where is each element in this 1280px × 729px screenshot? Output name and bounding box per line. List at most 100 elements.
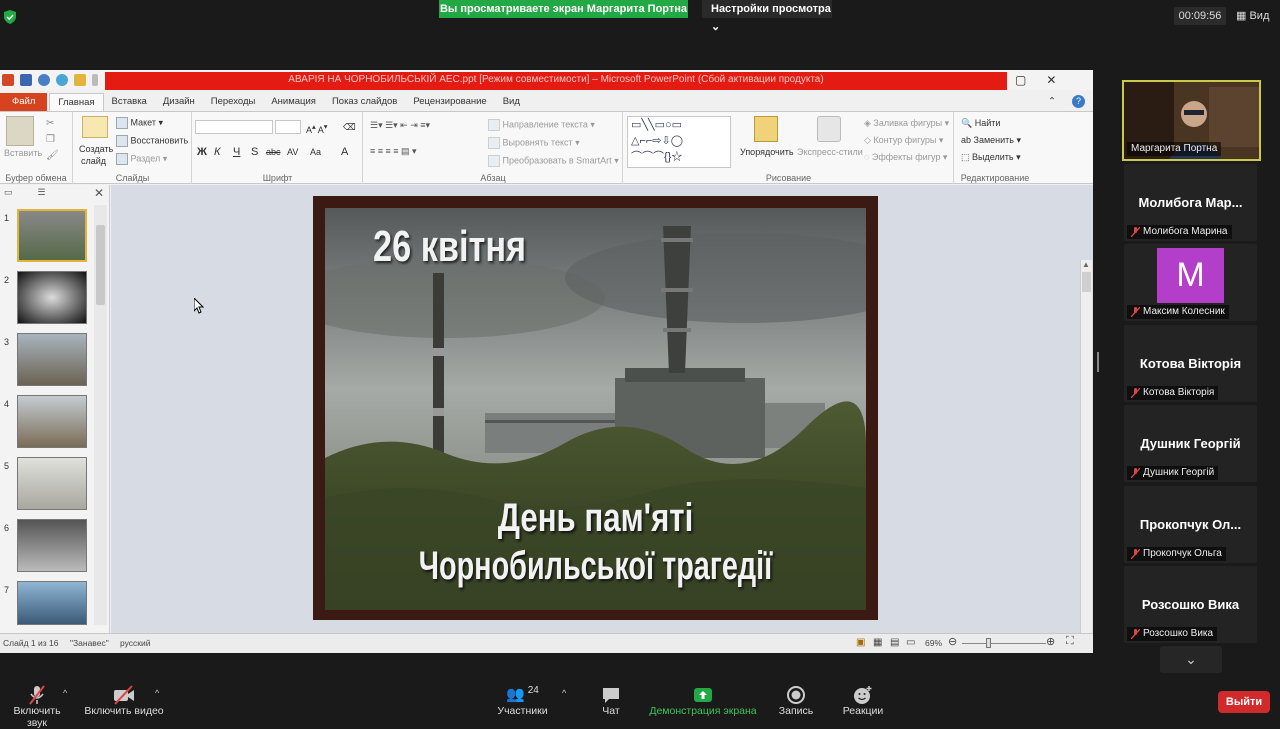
editor-scrollbar[interactable]: ▲ ▼ ⇞ ⇟ <box>1080 260 1092 653</box>
participant-tile[interactable]: Розсошко Вика Розсошко Вика <box>1124 566 1257 643</box>
help-icon[interactable]: ? <box>1064 93 1093 111</box>
tab-insert[interactable]: Вставка <box>104 93 155 111</box>
reset-button[interactable]: Восстановить <box>116 135 188 147</box>
quick-styles-button[interactable]: Экспресс-стили <box>797 147 863 157</box>
tab-animations[interactable]: Анимация <box>263 93 324 111</box>
char-spacing-button[interactable]: AV <box>287 147 298 157</box>
undo-icon[interactable] <box>38 74 50 86</box>
close-panel-icon[interactable]: ✕ <box>94 186 104 200</box>
grow-font-icon[interactable]: A▴ A▾ <box>306 122 328 135</box>
shape-effects-button[interactable]: ◌ Эффекты фигур ▾ <box>864 152 947 163</box>
section-button[interactable]: Раздел ▾ <box>116 153 167 165</box>
zoom-level[interactable]: 69% <box>925 638 942 648</box>
panel-scrollbar[interactable] <box>94 205 107 625</box>
unmute-button[interactable]: Включить звук <box>2 685 72 729</box>
list-buttons[interactable]: ☰▾ ☰▾ ⇤ ⇥ ≡▾ <box>370 120 430 131</box>
participant-tile-active-speaker[interactable]: Маргарита Портна <box>1122 80 1261 161</box>
reading-view-icon[interactable]: ▤ <box>890 637 899 648</box>
slide-thumbnail[interactable] <box>17 333 87 386</box>
panel-tabs[interactable]: ▭ ☰ <box>4 187 46 198</box>
panel-scroll-thumb[interactable] <box>96 225 105 305</box>
align-buttons[interactable]: ≡ ≡ ≡ ≡ ▤ ▾ <box>370 146 417 157</box>
arrange-icon[interactable] <box>754 116 778 142</box>
new-slide-button-line2[interactable]: слайд <box>81 156 106 166</box>
normal-view-icon[interactable]: ▣ <box>856 637 865 648</box>
scroll-up-icon[interactable]: ▲ <box>1082 260 1090 269</box>
view-button[interactable]: ▦ Вид <box>1236 7 1269 25</box>
slide-thumbnail[interactable] <box>17 457 87 510</box>
participants-options-caret[interactable]: ^ <box>562 688 566 698</box>
layout-button[interactable]: Макет ▾ <box>116 117 163 129</box>
tab-design[interactable]: Дизайн <box>155 93 203 111</box>
tab-transitions[interactable]: Переходы <box>203 93 264 111</box>
maximize-icon[interactable]: ▢ <box>1015 73 1026 87</box>
participant-tile[interactable]: Молибога Мар... Молибога Марина <box>1124 164 1257 241</box>
cut-icon[interactable]: ✂ <box>46 118 54 129</box>
participant-tile[interactable]: Котова Вікторія Котова Вікторія <box>1124 325 1257 402</box>
strikethrough-button[interactable]: abc <box>266 147 281 157</box>
close-icon[interactable]: ✕ <box>1046 73 1056 87</box>
arrange-button[interactable]: Упорядочить <box>740 147 794 157</box>
slide-thumbnail[interactable] <box>17 395 87 448</box>
zoom-slider[interactable] <box>962 643 1046 644</box>
slide-thumbnail[interactable] <box>17 519 87 572</box>
italic-button[interactable]: К <box>214 146 220 158</box>
text-direction-button[interactable]: Направление текста ▾ <box>488 119 595 131</box>
new-slide-icon[interactable] <box>82 116 108 138</box>
participant-tile[interactable]: Душник Георгій Душник Георгій <box>1124 405 1257 482</box>
align-text-button[interactable]: Выровнять текст ▾ <box>488 137 580 149</box>
editor-scroll-thumb[interactable] <box>1082 272 1091 292</box>
copy-icon[interactable]: ❐ <box>46 134 55 145</box>
participant-tile[interactable]: M Максим Колесник <box>1124 244 1257 321</box>
record-button[interactable]: Запись <box>776 685 816 717</box>
tab-review[interactable]: Рецензирование <box>405 93 494 111</box>
smartart-button[interactable]: Преобразовать в SmartArt ▾ <box>488 155 619 167</box>
fit-to-window-icon[interactable]: ⛶ <box>1066 635 1074 648</box>
tab-view[interactable]: Вид <box>495 93 528 111</box>
security-shield-icon[interactable] <box>4 10 16 24</box>
zoom-slider-thumb[interactable] <box>986 638 991 648</box>
redo-icon[interactable] <box>56 74 68 86</box>
current-slide[interactable]: 26 квітня День пам'яті Чорнобильської тр… <box>313 196 878 620</box>
quick-styles-icon[interactable] <box>817 116 841 142</box>
share-screen-button[interactable]: Демонстрация экрана <box>648 685 758 717</box>
shape-outline-button[interactable]: ◇ Контур фигуры ▾ <box>864 135 943 146</box>
find-button[interactable]: 🔍 Найти <box>961 118 1000 129</box>
font-size-select[interactable] <box>275 120 301 134</box>
shape-fill-button[interactable]: ◈ Заливка фигуры ▾ <box>864 118 949 129</box>
start-video-button[interactable]: Включить видео <box>84 685 164 717</box>
customize-qat-icon[interactable] <box>92 74 98 86</box>
language[interactable]: русский <box>120 638 151 648</box>
participants-scroll-down[interactable]: ⌄ <box>1160 646 1222 673</box>
tab-home[interactable]: Главная <box>49 93 104 111</box>
paste-icon[interactable] <box>6 116 34 146</box>
shadow-button[interactable]: S <box>251 146 258 158</box>
zoom-in-icon[interactable]: ⊕ <box>1046 635 1055 648</box>
new-slide-button-line1[interactable]: Создать <box>79 144 113 154</box>
bold-button[interactable]: Ж <box>197 146 207 158</box>
format-painter-icon[interactable]: 🖌 <box>46 150 59 161</box>
participants-button[interactable]: 👥 24 Участники <box>495 685 550 717</box>
change-case-button[interactable]: Aa <box>310 147 321 157</box>
audio-options-caret[interactable]: ^ <box>63 688 67 698</box>
save-icon[interactable] <box>20 74 32 86</box>
view-options-dropdown[interactable]: Настройки просмотра ⌄ <box>702 0 832 33</box>
open-folder-icon[interactable] <box>74 74 86 86</box>
underline-button[interactable]: Ч <box>233 146 240 158</box>
collapse-ribbon-icon[interactable]: ⌃ <box>1040 93 1064 111</box>
tab-slideshow[interactable]: Показ слайдов <box>324 93 405 111</box>
font-color-button[interactable]: A <box>341 146 348 158</box>
chat-button[interactable]: Чат <box>596 685 626 717</box>
font-family-select[interactable] <box>195 120 273 134</box>
clear-format-icon[interactable]: ⌫ <box>343 122 356 133</box>
paste-button[interactable]: Вставить <box>4 148 42 158</box>
leave-button[interactable]: Выйти <box>1218 691 1270 713</box>
slide-thumbnail[interactable] <box>17 209 87 262</box>
reactions-button[interactable]: Реакции <box>840 685 886 717</box>
participant-tile[interactable]: Прокопчук Ол... Прокопчук Ольга <box>1124 486 1257 563</box>
panel-resize-handle[interactable] <box>1097 352 1099 372</box>
slide-sorter-icon[interactable]: ▦ <box>873 637 882 648</box>
slide-thumbnail[interactable] <box>17 581 87 625</box>
slideshow-icon[interactable]: ▭ <box>906 637 915 648</box>
slide-thumbnail[interactable] <box>17 271 87 324</box>
